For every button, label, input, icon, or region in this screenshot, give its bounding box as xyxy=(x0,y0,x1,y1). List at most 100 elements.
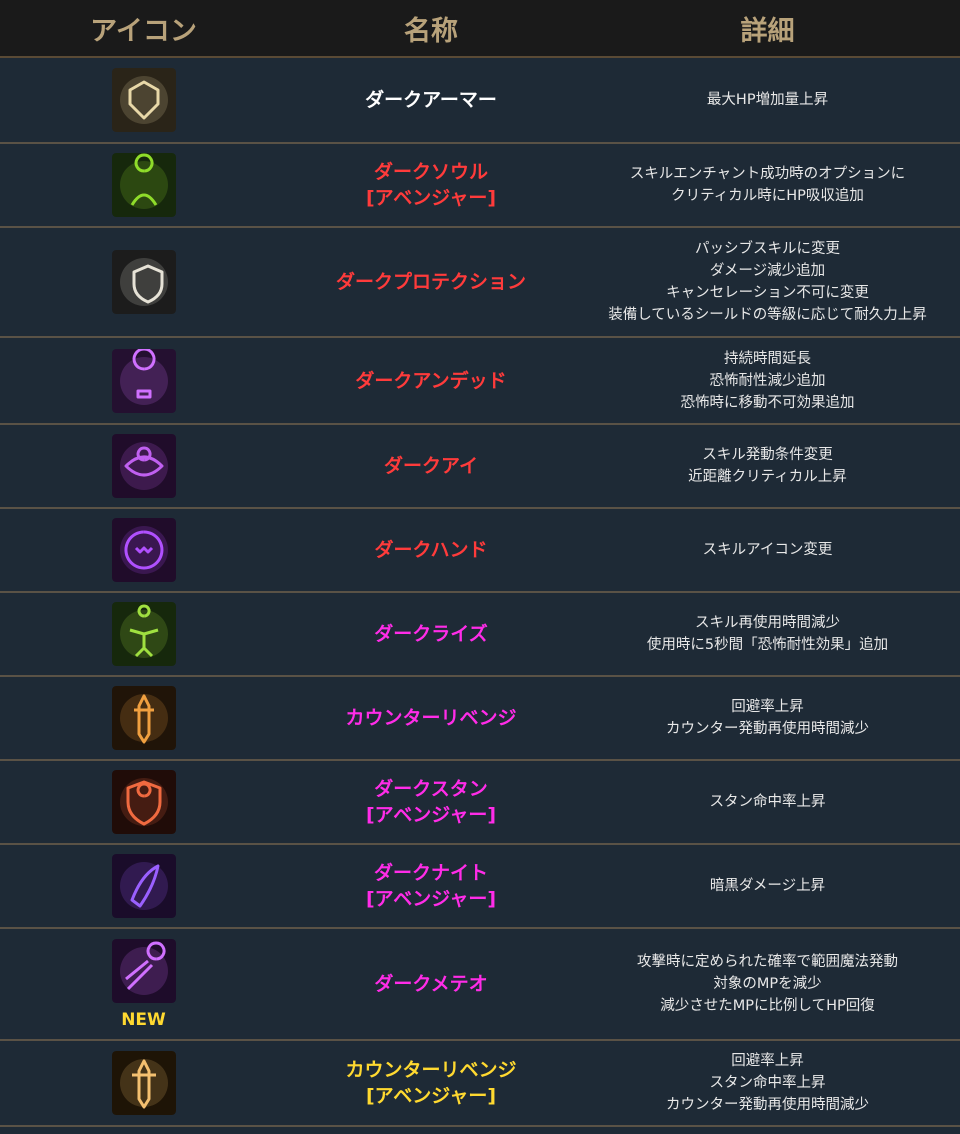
skill-name-line: カウンターリベンジ xyxy=(345,707,517,729)
detail-line: スタン命中率上昇 xyxy=(709,794,826,810)
dark-stun-icon xyxy=(111,770,176,834)
skill-detail: 最大HP増加量上昇 xyxy=(575,89,960,111)
detail-cell: パッシブスキルに変更 ダメージ減少追加 キャンセレーション不可に変更 装備しているシー… xyxy=(575,227,960,338)
counter-revenge-icon xyxy=(111,686,176,750)
skill-detail: スキルエンチャント成功時のオプションに クリティカル時にHP吸収追加 xyxy=(575,163,960,207)
skill-name: カウンターリベンジ [アベンジャー] xyxy=(287,1057,575,1109)
detail-line: ダメージ減少追加 xyxy=(709,263,826,279)
detail-cell: 暗黒ダメージ上昇 xyxy=(575,844,960,929)
name-cell: ダークソウル [アベンジャー] xyxy=(287,143,575,228)
dark-rise-icon xyxy=(111,602,176,666)
skill-name-line: ダークアーマー xyxy=(365,89,497,111)
table-row: NEW ダークメテオ 攻撃時に定められた確率で範囲魔法発動 対象のMPを減少 減少させた… xyxy=(0,928,960,1041)
detail-line: 攻撃時に定められた確率で範囲魔法発動 xyxy=(637,954,898,970)
skill-table: アイコン 名称 詳細 ダークアーマー 最大HP増加量上昇ダークソウル [アベンジャー… xyxy=(0,0,960,1127)
icon-cell xyxy=(0,844,287,929)
detail-line: 暗黒ダメージ上昇 xyxy=(709,878,826,894)
skill-name: ダークアンデッド xyxy=(287,368,575,394)
skill-detail: スキルアイコン変更 xyxy=(575,539,960,561)
icon-cell xyxy=(0,508,287,593)
detail-cell: スキル発動条件変更 近距離クリティカル上昇 xyxy=(575,424,960,509)
detail-line: スキルエンチャント成功時のオプションに xyxy=(629,166,906,182)
table-row: ダークハンド スキルアイコン変更 xyxy=(0,508,960,593)
name-cell: ダークナイト [アベンジャー] xyxy=(287,844,575,929)
name-cell: ダークアーマー xyxy=(287,57,575,144)
new-badge: NEW xyxy=(121,1010,166,1030)
detail-line: 回避率上昇 xyxy=(731,699,804,715)
dark-hand-icon xyxy=(111,518,176,582)
detail-line: 対象のMPを減少 xyxy=(713,976,822,992)
skill-name-line: ダークハンド xyxy=(374,539,488,561)
icon-cell xyxy=(0,424,287,509)
skill-detail: スキル発動条件変更 近距離クリティカル上昇 xyxy=(575,444,960,488)
dark-soul-icon xyxy=(111,153,176,217)
detail-cell: スキル再使用時間減少 使用時に5秒間「恐怖耐性効果」追加 xyxy=(575,592,960,677)
icon-cell xyxy=(0,143,287,228)
skill-name: ダークメテオ xyxy=(287,971,575,997)
table-row: ダークアーマー 最大HP増加量上昇 xyxy=(0,57,960,144)
detail-line: カウンター発動再使用時間減少 xyxy=(666,1097,869,1113)
detail-line: パッシブスキルに変更 xyxy=(695,241,840,257)
skill-name-line: [アベンジャー] xyxy=(365,1085,497,1107)
dark-meteor-icon xyxy=(111,939,176,1003)
table-row: ダークソウル [アベンジャー] スキルエンチャント成功時のオプションに クリティカル時… xyxy=(0,143,960,228)
detail-cell: 回避率上昇 スタン命中率上昇 カウンター発動再使用時間減少 xyxy=(575,1040,960,1127)
skill-detail: スキル再使用時間減少 使用時に5秒間「恐怖耐性効果」追加 xyxy=(575,612,960,656)
name-cell: ダークメテオ xyxy=(287,928,575,1041)
skill-detail: パッシブスキルに変更 ダメージ減少追加 キャンセレーション不可に変更 装備しているシー… xyxy=(575,238,960,326)
dark-undead-icon xyxy=(111,348,176,413)
skill-name-line: ダークナイト xyxy=(373,862,488,884)
skill-name: ダークハンド xyxy=(287,537,575,563)
table-row: カウンターリベンジ 回避率上昇 カウンター発動再使用時間減少 xyxy=(0,676,960,761)
skill-detail: スタン命中率上昇 xyxy=(575,791,960,813)
detail-line: キャンセレーション不可に変更 xyxy=(666,285,869,301)
detail-line: 使用時に5秒間「恐怖耐性効果」追加 xyxy=(646,637,889,653)
detail-line: スタン命中率上昇 xyxy=(709,1075,826,1091)
skill-name-line: [アベンジャー] xyxy=(365,187,497,209)
skill-name: ダークプロテクション xyxy=(287,269,575,295)
name-cell: ダークスタン [アベンジャー] xyxy=(287,760,575,845)
skill-name: ダークアーマー xyxy=(287,87,575,113)
header-name: 名称 xyxy=(287,0,575,58)
icon-cell: NEW xyxy=(0,928,287,1041)
table-row: カウンターリベンジ [アベンジャー] 回避率上昇 スタン命中率上昇 カウンター発動再使用… xyxy=(0,1040,960,1127)
skill-name-line: ダークアンデッド xyxy=(355,369,507,392)
detail-cell: 回避率上昇 カウンター発動再使用時間減少 xyxy=(575,676,960,761)
skill-detail: 攻撃時に定められた確率で範囲魔法発動 対象のMPを減少 減少させたMPに比例してHP… xyxy=(575,951,960,1017)
dark-armor-icon xyxy=(111,68,176,132)
icon-cell xyxy=(0,760,287,845)
skill-name-line: カウンターリベンジ xyxy=(345,1059,517,1081)
dark-knight-icon xyxy=(111,854,176,918)
detail-line: 持続時間延長 xyxy=(724,350,811,367)
table-row: ダークプロテクション パッシブスキルに変更 ダメージ減少追加キャンセレーション不可に… xyxy=(0,227,960,338)
table-row: ダークアンデッド 持続時間延長 恐怖耐性減少追加恐怖時に移動不可効果追加 xyxy=(0,337,960,425)
name-cell: カウンターリベンジ xyxy=(287,676,575,761)
icon-cell xyxy=(0,676,287,761)
detail-line: 恐怖時に移動不可効果追加 xyxy=(680,394,855,411)
skill-name-line: ダークライズ xyxy=(374,623,488,645)
skill-name-line: ダークプロテクション xyxy=(335,271,526,293)
detail-line: 近距離クリティカル上昇 xyxy=(688,469,847,485)
skill-name: ダークスタン [アベンジャー] xyxy=(287,776,575,828)
detail-line: 恐怖耐性減少追加 xyxy=(709,372,826,389)
skill-name-line: ダークスタン xyxy=(374,778,488,800)
icon-cell xyxy=(0,227,287,338)
name-cell: ダークアイ xyxy=(287,424,575,509)
table-row: ダークスタン [アベンジャー] スタン命中率上昇 xyxy=(0,760,960,845)
name-cell: カウンターリベンジ [アベンジャー] xyxy=(287,1040,575,1127)
detail-cell: 最大HP増加量上昇 xyxy=(575,57,960,144)
skill-name-line: ダークソウル xyxy=(373,161,488,183)
skill-name-line: ダークアイ xyxy=(383,455,479,477)
skill-name: ダークソウル [アベンジャー] xyxy=(287,159,575,211)
skill-detail: 回避率上昇 スタン命中率上昇 カウンター発動再使用時間減少 xyxy=(575,1050,960,1116)
skill-name-line: [アベンジャー] xyxy=(365,888,497,910)
header-detail: 詳細 xyxy=(575,0,960,58)
skill-name: ダークライズ xyxy=(287,621,575,647)
detail-cell: スキルエンチャント成功時のオプションに クリティカル時にHP吸収追加 xyxy=(575,143,960,228)
icon-cell xyxy=(0,57,287,144)
table-row: ダークナイト [アベンジャー] 暗黒ダメージ上昇 xyxy=(0,844,960,929)
icon-cell xyxy=(0,592,287,677)
detail-cell: 攻撃時に定められた確率で範囲魔法発動 対象のMPを減少 減少させたMPに比例してHP… xyxy=(575,928,960,1041)
detail-line: スキル発動条件変更 xyxy=(702,447,833,463)
header-icon: アイコン xyxy=(0,0,287,58)
